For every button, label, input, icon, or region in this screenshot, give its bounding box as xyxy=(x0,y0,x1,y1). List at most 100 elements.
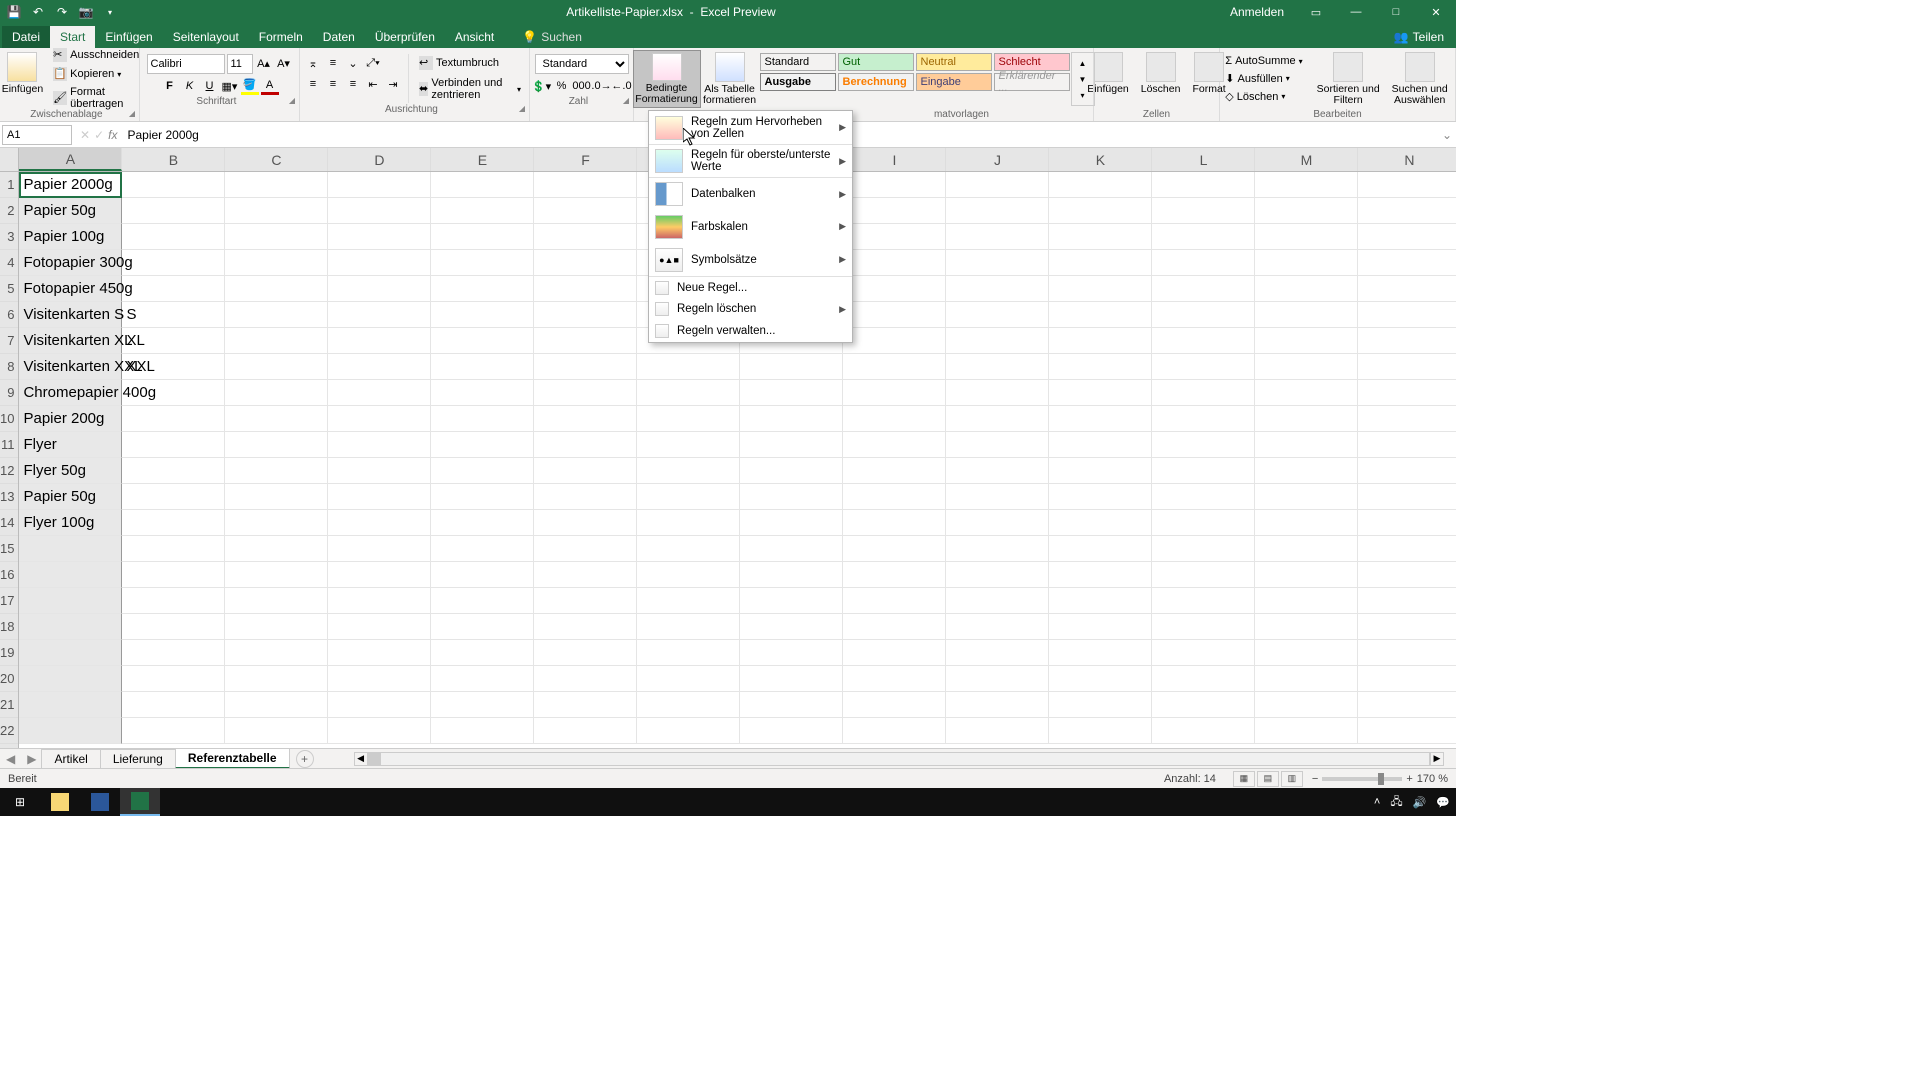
row-header-20[interactable]: 20 xyxy=(0,666,18,692)
column-header-L[interactable]: L xyxy=(1152,148,1255,171)
paste-button[interactable]: Einfügen xyxy=(0,50,49,108)
decrease-decimal-button[interactable]: ←.0 xyxy=(613,77,631,95)
cell-L9[interactable] xyxy=(1152,380,1255,406)
cell-J17[interactable] xyxy=(946,588,1049,614)
merge-center-button[interactable]: ⬌Verbinden und zentrieren▾ xyxy=(415,75,525,103)
cell-C13[interactable] xyxy=(225,484,328,510)
cancel-formula-icon[interactable]: ✕ xyxy=(80,128,90,142)
cell-L7[interactable] xyxy=(1152,328,1255,354)
cell-B17[interactable] xyxy=(122,588,225,614)
cell-A20[interactable] xyxy=(19,666,122,692)
cell-M7[interactable] xyxy=(1255,328,1358,354)
cell-D13[interactable] xyxy=(328,484,431,510)
cell-K4[interactable] xyxy=(1049,250,1152,276)
cell-K18[interactable] xyxy=(1049,614,1152,640)
select-all-button[interactable] xyxy=(0,148,18,172)
cell-C4[interactable] xyxy=(225,250,328,276)
column-header-J[interactable]: J xyxy=(946,148,1049,171)
cell-B20[interactable] xyxy=(122,666,225,692)
cell-B6[interactable]: S xyxy=(122,302,225,328)
increase-font-button[interactable]: A▴ xyxy=(255,54,273,72)
cell-A10[interactable]: Papier 200g xyxy=(19,406,122,432)
clipboard-launcher-icon[interactable]: ◢ xyxy=(129,109,135,118)
sheet-tab-lieferung[interactable]: Lieferung xyxy=(100,749,176,768)
cell-D5[interactable] xyxy=(328,276,431,302)
cell-H17[interactable] xyxy=(740,588,843,614)
cell-E11[interactable] xyxy=(431,432,534,458)
conditional-formatting-button[interactable]: Bedingte Formatierung xyxy=(633,50,701,108)
taskbar-excel[interactable] xyxy=(120,788,160,816)
cell-E21[interactable] xyxy=(431,692,534,718)
cell-A13[interactable]: Papier 50g xyxy=(19,484,122,510)
cell-H10[interactable] xyxy=(740,406,843,432)
fill-color-button[interactable]: 🪣 xyxy=(241,77,259,95)
cell-L17[interactable] xyxy=(1152,588,1255,614)
cell-D12[interactable] xyxy=(328,458,431,484)
cell-H21[interactable] xyxy=(740,692,843,718)
cell-D3[interactable] xyxy=(328,224,431,250)
cell-styles-gallery[interactable]: Standard Gut Neutral Schlecht Ausgabe Be… xyxy=(759,50,1071,108)
zoom-out-button[interactable]: − xyxy=(1312,773,1318,785)
styles-down-button[interactable]: ▼ xyxy=(1074,71,1092,87)
style-standard[interactable]: Standard xyxy=(760,53,836,71)
cell-M16[interactable] xyxy=(1255,562,1358,588)
cell-D4[interactable] xyxy=(328,250,431,276)
cell-L2[interactable] xyxy=(1152,198,1255,224)
cell-G11[interactable] xyxy=(637,432,740,458)
font-size-select[interactable] xyxy=(227,54,253,74)
decrease-font-button[interactable]: A▾ xyxy=(275,54,293,72)
tab-formeln[interactable]: Formeln xyxy=(249,26,313,48)
cell-N21[interactable] xyxy=(1358,692,1456,718)
row-header-15[interactable]: 15 xyxy=(0,536,18,562)
cell-A1[interactable]: Papier 2000g xyxy=(19,172,122,198)
cell-K20[interactable] xyxy=(1049,666,1152,692)
cell-J19[interactable] xyxy=(946,640,1049,666)
cell-G12[interactable] xyxy=(637,458,740,484)
cell-J18[interactable] xyxy=(946,614,1049,640)
cell-I5[interactable] xyxy=(843,276,946,302)
cell-F20[interactable] xyxy=(534,666,637,692)
row-header-16[interactable]: 16 xyxy=(0,562,18,588)
cell-K11[interactable] xyxy=(1049,432,1152,458)
tray-network-icon[interactable]: 🖧 xyxy=(1390,793,1402,812)
cell-H12[interactable] xyxy=(740,458,843,484)
cell-N1[interactable] xyxy=(1358,172,1456,198)
cell-I8[interactable] xyxy=(843,354,946,380)
cell-C11[interactable] xyxy=(225,432,328,458)
cell-E18[interactable] xyxy=(431,614,534,640)
align-middle-button[interactable]: ≡ xyxy=(324,54,342,72)
sheet-tab-artikel[interactable]: Artikel xyxy=(41,749,100,768)
cell-E17[interactable] xyxy=(431,588,534,614)
cell-B13[interactable] xyxy=(122,484,225,510)
column-header-F[interactable]: F xyxy=(534,148,637,171)
cell-L15[interactable] xyxy=(1152,536,1255,562)
cell-H14[interactable] xyxy=(740,510,843,536)
qat-customize-icon[interactable]: ▾ xyxy=(102,4,118,20)
cell-B15[interactable] xyxy=(122,536,225,562)
cell-M10[interactable] xyxy=(1255,406,1358,432)
cell-N9[interactable] xyxy=(1358,380,1456,406)
cell-B1[interactable] xyxy=(122,172,225,198)
cell-J6[interactable] xyxy=(946,302,1049,328)
cell-J7[interactable] xyxy=(946,328,1049,354)
cf-highlight-rules[interactable]: Regeln zum Hervorheben von Zellen ▶ xyxy=(649,111,852,144)
cell-E1[interactable] xyxy=(431,172,534,198)
cell-J9[interactable] xyxy=(946,380,1049,406)
cell-J15[interactable] xyxy=(946,536,1049,562)
cell-B21[interactable] xyxy=(122,692,225,718)
cell-H15[interactable] xyxy=(740,536,843,562)
cell-J10[interactable] xyxy=(946,406,1049,432)
cell-E22[interactable] xyxy=(431,718,534,744)
cell-D7[interactable] xyxy=(328,328,431,354)
cell-D17[interactable] xyxy=(328,588,431,614)
cell-F12[interactable] xyxy=(534,458,637,484)
clear-button[interactable]: ◇Löschen▾ xyxy=(1221,88,1306,105)
column-header-A[interactable]: A xyxy=(19,148,122,171)
orientation-button[interactable]: ⤢▾ xyxy=(364,54,382,72)
name-box[interactable] xyxy=(2,125,72,145)
tab-einfuegen[interactable]: Einfügen xyxy=(95,26,162,48)
sheet-nav-prev[interactable]: ◀ xyxy=(0,752,21,766)
column-header-B[interactable]: B xyxy=(122,148,225,171)
cf-icon-sets[interactable]: ●▲■ Symbolsätze ▶ xyxy=(649,243,852,276)
cell-K22[interactable] xyxy=(1049,718,1152,744)
